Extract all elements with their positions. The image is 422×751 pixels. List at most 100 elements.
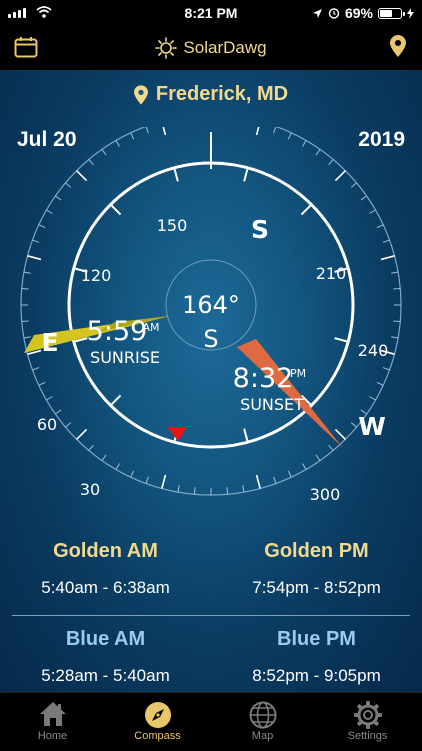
golden-pm-title: Golden PM <box>264 540 369 562</box>
compass-tick <box>376 381 384 386</box>
compass-tick <box>382 239 390 243</box>
compass-tick <box>242 485 245 493</box>
location-header[interactable]: Frederick, MD <box>0 83 422 106</box>
compass-tick <box>101 149 107 156</box>
golden-pm-block: Golden PM 7:54pm - 8:52pm <box>211 540 422 598</box>
compass-tick <box>382 367 390 371</box>
compass-tick <box>65 422 72 428</box>
compass-tick <box>177 485 180 493</box>
blue-pm-range: 8:52pm - 9:05pm <box>252 666 381 685</box>
blue-pm-block: Blue PM 8:52pm - 9:05pm <box>211 628 422 686</box>
compass-tick <box>328 444 334 451</box>
compass-tick <box>76 428 88 440</box>
compass-tick <box>193 487 196 495</box>
bearing-value: 164° <box>182 291 240 319</box>
tick-label-30: 30 <box>80 480 100 499</box>
inner-ring-tick <box>334 337 349 343</box>
tick-label-150: 150 <box>157 216 188 235</box>
tab-home[interactable]: Home <box>0 693 105 742</box>
house-icon <box>39 702 66 726</box>
compass-screen: Frederick, MD Jul 20 2019 164° S S W N E… <box>0 70 422 692</box>
golden-pm-range: 7:54pm - 8:52pm <box>252 578 381 597</box>
inner-ring-tick <box>243 167 249 182</box>
compass-tick <box>393 287 401 290</box>
compass-tick <box>21 287 29 290</box>
golden-am-title: Golden AM <box>53 540 158 562</box>
compass-tick <box>393 320 401 323</box>
inner-ring-tick <box>300 203 313 216</box>
compass-tick <box>27 255 42 261</box>
tab-compass[interactable]: Compass <box>105 693 210 742</box>
blue-am-title: Blue AM <box>65 628 146 650</box>
compass-tick <box>287 132 292 140</box>
compass-dial[interactable]: 164° S S W N E 150 210 240 300 330 30 60… <box>0 127 422 507</box>
status-bar: 8:21 PM 69% <box>0 0 422 26</box>
compass-tick <box>46 209 53 214</box>
location-arrow-icon <box>312 8 322 18</box>
bearing-direction: S <box>203 325 218 353</box>
map-pin-icon <box>133 84 148 105</box>
tick-label-60: 60 <box>37 415 57 434</box>
compass-tick <box>334 428 346 440</box>
tab-compass-label: Compass <box>134 730 181 742</box>
compass-tick <box>255 474 261 489</box>
compass-tick <box>334 170 346 182</box>
compass-tick <box>76 170 88 182</box>
blue-pm-title: Blue PM <box>277 628 356 650</box>
tab-map-label: Map <box>251 730 274 742</box>
golden-am-range: 5:40am - 6:38am <box>41 578 170 597</box>
alarm-icon <box>328 8 340 19</box>
compass-tick <box>360 195 367 201</box>
compass-tick <box>315 149 321 156</box>
compass-tick <box>65 182 72 188</box>
compass-tick <box>380 255 395 261</box>
compass-tick <box>376 224 384 229</box>
tick-label-300: 300 <box>310 485 341 504</box>
inner-ring-tick <box>243 428 249 443</box>
compass-tick <box>38 381 46 386</box>
inner-ring-tick <box>109 203 122 216</box>
compass-tick <box>302 463 307 470</box>
tab-bar: Home Compass Map Settings <box>0 692 422 751</box>
battery-percent: 69% <box>344 5 373 21</box>
nav-bar: SolarDawg <box>0 26 422 70</box>
app-title: SolarDawg <box>0 37 422 59</box>
inner-ring-tick <box>173 167 179 182</box>
app-title-text: SolarDawg <box>183 38 267 57</box>
compass-tick <box>55 409 62 415</box>
compass-tick <box>287 470 292 478</box>
compass-icon <box>144 702 171 728</box>
compass-tick <box>350 422 357 428</box>
location-name: Frederick, MD <box>155 83 289 105</box>
sunset-label: SUNSET <box>240 395 304 414</box>
tab-map[interactable]: Map <box>210 693 315 742</box>
sunrise-ampm: AM <box>142 321 159 334</box>
globe-icon <box>249 701 276 729</box>
compass-tick <box>255 127 260 136</box>
compass-tick <box>46 396 53 401</box>
compass-tick <box>38 224 46 229</box>
compass-tick <box>145 476 149 484</box>
location-button[interactable] <box>390 35 406 62</box>
sunrise-time: 5:59 <box>87 316 148 347</box>
cardinal-south: S <box>251 215 269 244</box>
compass-tick <box>161 474 167 489</box>
sunrise-label: SUNRISE <box>90 348 160 367</box>
compass-tick <box>130 470 135 478</box>
tick-label-210: 210 <box>316 264 347 283</box>
compass-tick <box>369 396 376 401</box>
sun-icon <box>155 37 178 59</box>
compass-tick <box>350 182 357 188</box>
battery-icon <box>378 7 405 19</box>
sunset-ampm: PM <box>290 367 306 380</box>
golden-am-block: Golden AM 5:40am - 6:38am <box>0 540 211 598</box>
compass-tick <box>23 271 31 274</box>
blue-am-block: Blue AM 5:28am - 5:40am <box>0 628 211 686</box>
compass-tick <box>273 476 277 484</box>
compass-tick <box>55 195 62 201</box>
compass-tick <box>162 127 167 136</box>
inner-ring-tick <box>109 394 122 407</box>
tab-home-label: Home <box>37 730 68 742</box>
tick-label-240: 240 <box>358 341 389 360</box>
tab-settings[interactable]: Settings <box>315 693 420 742</box>
